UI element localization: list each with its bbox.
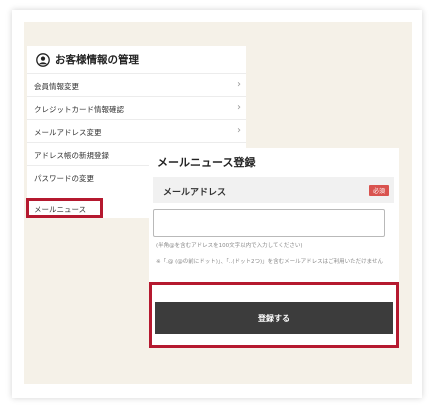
email-field-header: メールアドレス 必須	[153, 177, 394, 203]
chevron-right-icon: ›	[237, 125, 241, 136]
account-menu-title: お客様情報の管理	[55, 54, 139, 66]
user-circle-icon	[36, 53, 50, 67]
menu-item-mail-news[interactable]: メールニュース	[26, 198, 103, 218]
email-note: ※「.@ (@の前にドット)」、「..(ドット2つ)」を含むメールアドレスはご利…	[156, 259, 384, 265]
mail-news-panel: メールニュース登録 メールアドレス 必須 (半角@を含むアドレスを100文字以内…	[149, 148, 399, 348]
email-input[interactable]	[153, 209, 385, 237]
menu-item-label: メールニュース	[34, 205, 87, 214]
menu-item-label: メールアドレス変更	[34, 128, 102, 137]
menu-item-label: アドレス帳の新規登録	[34, 151, 109, 160]
panel-title: メールニュース登録	[157, 156, 256, 169]
chevron-right-icon: ›	[237, 79, 241, 90]
menu-item-label: パスワードの変更	[34, 174, 94, 183]
menu-item-label: クレジットカード情報確認	[34, 105, 124, 114]
chevron-right-icon: ›	[237, 102, 241, 113]
menu-item-credit-card[interactable]: クレジットカード情報確認 ›	[27, 96, 246, 119]
account-menu-header: お客様情報の管理	[27, 46, 246, 73]
menu-item-label: 会員情報変更	[34, 82, 79, 91]
required-badge: 必須	[369, 185, 389, 196]
menu-item-email-change[interactable]: メールアドレス変更 ›	[27, 119, 246, 142]
email-field-label: メールアドレス	[163, 188, 227, 198]
menu-item-member-info[interactable]: 会員情報変更 ›	[27, 73, 246, 96]
email-hint: (半角@を含むアドレスを100文字以内で入力してください)	[156, 243, 303, 249]
register-button[interactable]: 登録する	[155, 302, 393, 334]
